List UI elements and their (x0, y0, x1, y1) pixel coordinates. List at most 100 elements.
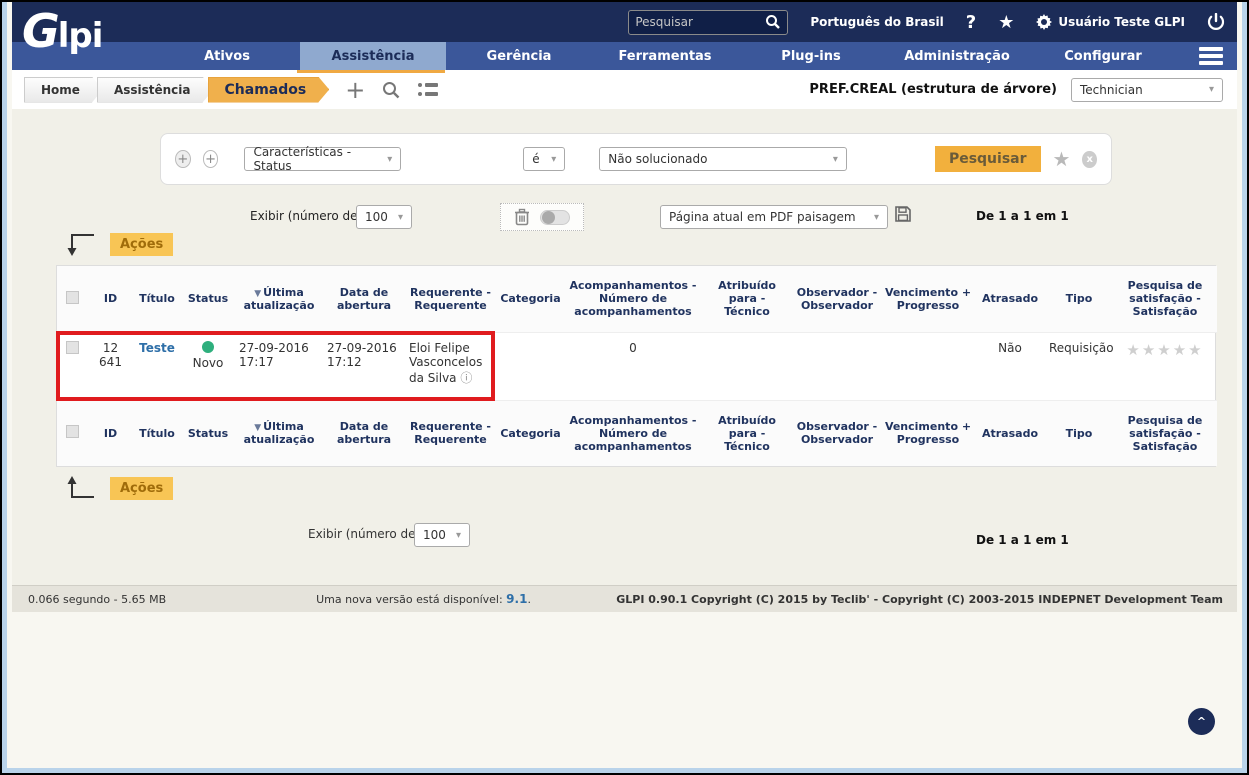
col-header-tipo[interactable]: Tipo (1045, 400, 1113, 466)
ticket-id: 12 641 (88, 332, 133, 400)
col-header-tipo[interactable]: Tipo (1045, 266, 1113, 332)
breadcrumb: Home Assistência Chamados (24, 77, 323, 103)
chevron-down-icon: ▾ (387, 154, 392, 165)
col-header-data-abertura[interactable]: Data de abertura (323, 400, 405, 466)
col-header-observador[interactable]: Observador - Observador (793, 400, 881, 466)
col-header-acompanhamentos[interactable]: Acompanhamentos - Número de acompanhamen… (565, 400, 701, 466)
export-select[interactable]: Página atual em PDF paisagem▾ (660, 205, 888, 229)
ticket-title-link[interactable]: Teste (139, 341, 175, 355)
col-header-acompanhamentos[interactable]: Acompanhamentos - Número de acompanhamen… (565, 266, 701, 332)
filter-value-select[interactable]: Não solucionado▾ (599, 147, 847, 171)
add-meta-criteria-icon[interactable]: + (203, 150, 219, 168)
info-icon[interactable]: ⓘ (460, 371, 472, 385)
col-header-satisfacao[interactable]: Pesquisa de satisfação - Satisfação (1113, 400, 1217, 466)
nav-tab-administracao[interactable]: Administração (884, 42, 1030, 70)
user-name: Usuário Teste GLPI (1058, 15, 1185, 29)
language-selector[interactable]: Português do Brasil (810, 15, 943, 29)
category-cell (496, 332, 565, 400)
actions-button[interactable]: Ações (110, 477, 173, 500)
filter-field-select[interactable]: Características - Status▾ (244, 147, 401, 171)
breadcrumb-home[interactable]: Home (24, 77, 103, 103)
nav-tab-ativos[interactable]: Ativos (154, 42, 300, 70)
star-icon: ★ (1173, 341, 1188, 359)
col-header-categoria[interactable]: Categoria (496, 266, 565, 332)
top-bar: Português do Brasil ? ★ Usuário Teste GL… (12, 2, 1237, 42)
help-icon[interactable]: ? (966, 12, 976, 33)
nav-tab-gerencia[interactable]: Gerência (446, 42, 592, 70)
list-view-icon[interactable] (417, 81, 439, 99)
search-icon[interactable] (765, 14, 781, 30)
new-version-notice: Uma nova versão está disponível: 9.1. (316, 592, 531, 606)
ticket-row: 12 641 Teste Novo 27-09-2016 17:17 27-09… (57, 332, 1217, 400)
new-version-link[interactable]: 9.1 (506, 592, 527, 606)
row-checkbox[interactable] (66, 341, 79, 354)
col-header-ultima-atualizacao[interactable]: ▼Última atualização (235, 266, 323, 332)
profile-select[interactable]: Technician ▾ (1071, 78, 1223, 102)
trash-toggle[interactable] (540, 210, 570, 225)
list-controls-top: Exibir (número de itens) 100▾ Página atu… (12, 201, 1237, 233)
breadcrumb-assistencia[interactable]: Assistência (97, 77, 214, 103)
col-header-vencimento[interactable]: Vencimento + Progresso (881, 266, 975, 332)
actions-button[interactable]: Ações (110, 233, 173, 256)
menu-icon[interactable] (1199, 42, 1223, 70)
display-count-select[interactable]: 100▾ (356, 205, 412, 229)
col-header-categoria[interactable]: Categoria (496, 400, 565, 466)
page-bottom-area: ^ (12, 612, 1237, 763)
filter-operator-select[interactable]: é▾ (523, 147, 565, 171)
col-header-data-abertura[interactable]: Data de abertura (323, 266, 405, 332)
page-border: Português do Brasil ? ★ Usuário Teste GL… (2, 2, 1247, 773)
nav-tab-assistencia[interactable]: Assistência (300, 42, 446, 70)
bookmark-star-icon[interactable]: ★ (998, 12, 1014, 33)
col-header-atrasado[interactable]: Atrasado (975, 266, 1045, 332)
arrow-up-icon (60, 475, 96, 501)
tickets-table: ID Título Status ▼Última atualização Dat… (56, 265, 1216, 467)
save-export-icon[interactable] (894, 205, 912, 223)
col-header-observador[interactable]: Observador - Observador (793, 266, 881, 332)
select-all-checkbox[interactable] (66, 291, 79, 304)
gear-icon (1036, 14, 1052, 30)
col-header-ultima-atualizacao[interactable]: ▼Última atualização (235, 400, 323, 466)
col-header-atrasado[interactable]: Atrasado (975, 400, 1045, 466)
star-icon: ★ (1142, 341, 1157, 359)
trash-icon[interactable] (514, 208, 530, 226)
col-header-atribuido[interactable]: Atribuído para - Técnico (701, 400, 793, 466)
glpi-logo[interactable]: Glpi (22, 4, 142, 66)
search-button[interactable]: Pesquisar (935, 146, 1041, 172)
copyright-text: GLPI 0.90.1 Copyright (C) 2015 by Teclib… (616, 593, 1223, 606)
type-cell: Requisição (1045, 332, 1113, 400)
col-header-atribuido[interactable]: Atribuído para - Técnico (701, 266, 793, 332)
add-ticket-icon[interactable]: + (345, 80, 365, 100)
col-header-id[interactable]: ID (88, 266, 133, 332)
col-header-status[interactable]: Status (181, 266, 235, 332)
nav-tab-configurar[interactable]: Configurar (1030, 42, 1176, 70)
add-criteria-icon[interactable]: + (175, 150, 191, 168)
table-header-bottom: ID Título Status ▼Última atualização Dat… (57, 400, 1217, 466)
select-all-checkbox[interactable] (66, 425, 79, 438)
search-filter-box: + + Características - Status▾ é▾ Não sol… (160, 133, 1112, 185)
performance-stats: 0.066 segundo - 5.65 MB (28, 593, 166, 606)
col-header-requerente[interactable]: Requerente - Requerente (405, 266, 496, 332)
col-header-titulo[interactable]: Título (133, 266, 181, 332)
sort-desc-icon: ▼ (254, 423, 261, 433)
glpi-page: Português do Brasil ? ★ Usuário Teste GL… (12, 2, 1237, 763)
col-header-vencimento[interactable]: Vencimento + Progresso (881, 400, 975, 466)
col-header-titulo[interactable]: Título (133, 400, 181, 466)
display-count-select[interactable]: 100▾ (414, 523, 470, 547)
nav-tab-plugins[interactable]: Plug-ins (738, 42, 884, 70)
nav-tab-ferramentas[interactable]: Ferramentas (592, 42, 738, 70)
col-header-status[interactable]: Status (181, 400, 235, 466)
col-header-id[interactable]: ID (88, 400, 133, 466)
user-menu[interactable]: Usuário Teste GLPI (1036, 14, 1185, 30)
save-bookmark-icon[interactable]: ★ (1053, 147, 1071, 171)
power-icon[interactable] (1207, 13, 1225, 31)
col-header-satisfacao[interactable]: Pesquisa de satisfação - Satisfação (1113, 266, 1217, 332)
search-tickets-icon[interactable] (381, 80, 401, 100)
breadcrumb-chamados[interactable]: Chamados (208, 77, 330, 103)
arrow-down-icon (60, 231, 96, 257)
reset-search-icon[interactable]: x (1082, 151, 1097, 168)
trash-filter-box (500, 203, 584, 231)
col-header-requerente[interactable]: Requerente - Requerente (405, 400, 496, 466)
global-search-input[interactable] (635, 15, 765, 29)
scroll-top-button[interactable]: ^ (1188, 708, 1215, 735)
due-cell (881, 332, 975, 400)
